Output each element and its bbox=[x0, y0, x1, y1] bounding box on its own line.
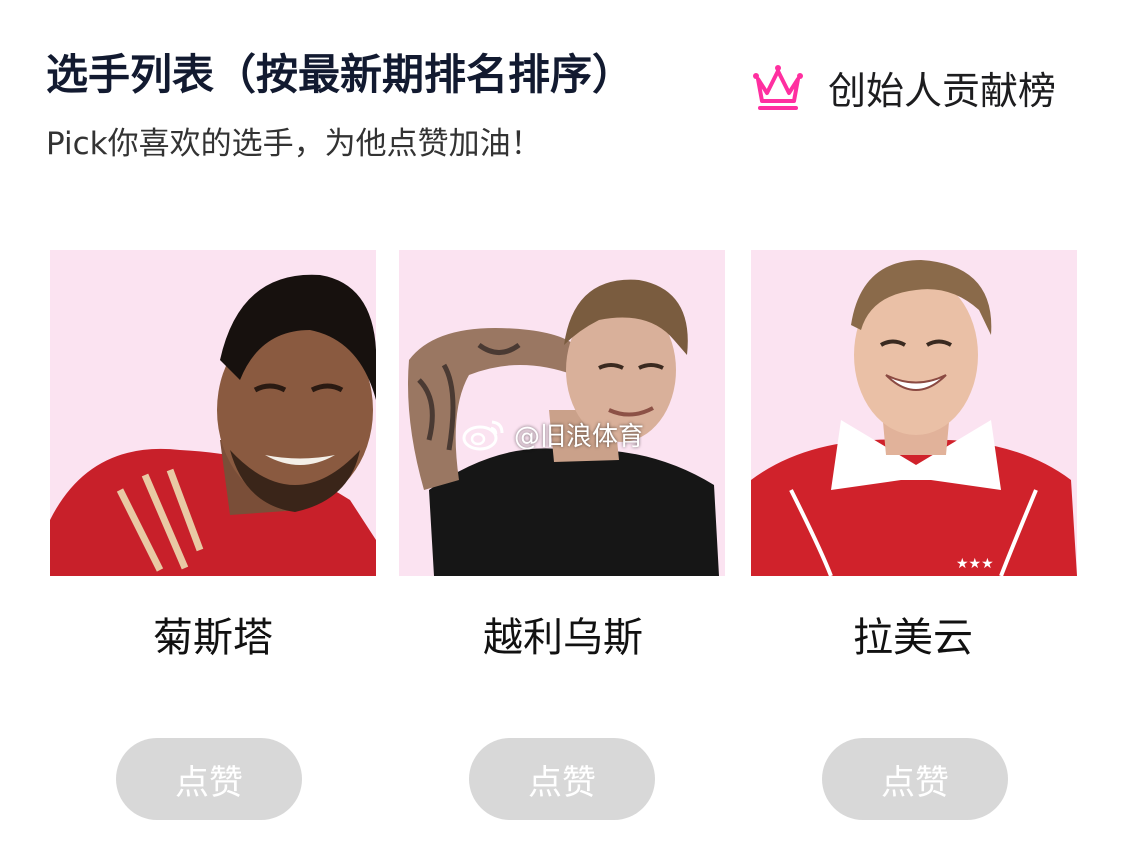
svg-text:★★★: ★★★ bbox=[956, 556, 994, 572]
player-list-page: 选手列表（按最新期排名排序） Pick你喜欢的选手，为他点赞加油！ 创始人贡献榜 bbox=[0, 0, 1125, 865]
player-photo-1[interactable] bbox=[50, 250, 376, 576]
player-photo-3[interactable]: ★★★ bbox=[751, 250, 1077, 576]
watermark-text: @旧浪体育 bbox=[514, 422, 645, 452]
watermark: @旧浪体育 bbox=[462, 416, 644, 453]
player-name-1: 菊斯塔 bbox=[153, 615, 273, 661]
like-button-2[interactable]: 点赞 bbox=[469, 738, 655, 820]
player-name-2: 越利乌斯 bbox=[483, 615, 643, 661]
page-subtitle: Pick你喜欢的选手，为他点赞加油！ bbox=[46, 126, 542, 162]
player-name-3: 拉美云 bbox=[853, 615, 973, 661]
page-title: 选手列表（按最新期排名排序） bbox=[46, 50, 635, 99]
weibo-icon bbox=[462, 418, 506, 452]
founder-contribution-board-link[interactable]: 创始人贡献榜 bbox=[752, 60, 1056, 115]
crown-icon bbox=[752, 63, 804, 113]
like-button-3[interactable]: 点赞 bbox=[822, 738, 1008, 820]
founder-board-label: 创始人贡献榜 bbox=[828, 69, 1057, 113]
player-photo-2[interactable] bbox=[399, 250, 725, 576]
like-button-1[interactable]: 点赞 bbox=[116, 738, 302, 820]
